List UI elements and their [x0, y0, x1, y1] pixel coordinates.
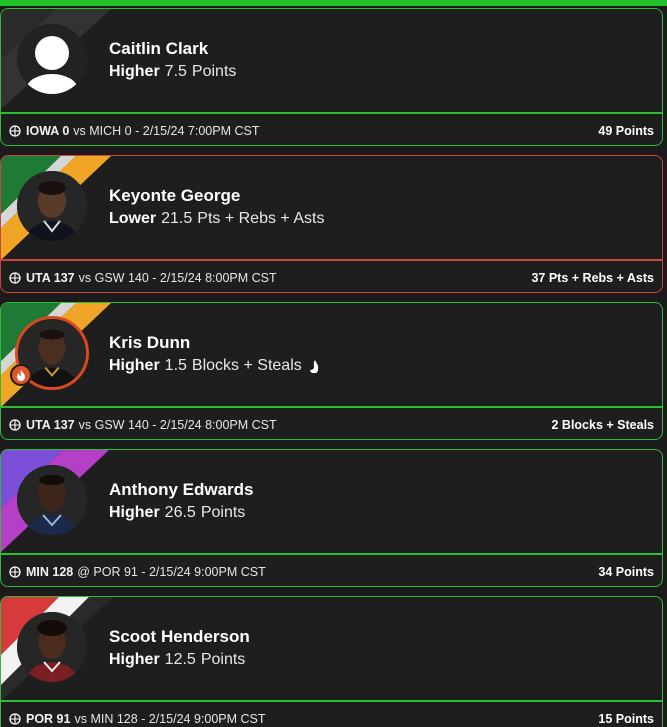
- pick-line: Higher 12.5 Points: [109, 651, 245, 669]
- pick-line: Higher 7.5 Points: [109, 63, 236, 81]
- basketball-icon: [9, 125, 21, 137]
- basketball-icon: [9, 713, 21, 725]
- pick-card-header: Scoot Henderson Higher 12.5 Points: [1, 597, 662, 701]
- pick-value: 26.5: [164, 504, 196, 521]
- player-photo: [17, 171, 87, 241]
- pick-line: Higher 1.5 Blocks + Steals: [109, 357, 320, 375]
- player-avatar: [17, 465, 87, 535]
- player-name: Keyonte George: [109, 186, 241, 205]
- pick-card-keyonte-george[interactable]: Keyonte George Lower 21.5 Pts + Rebs + A…: [0, 155, 663, 293]
- basketball-icon: [9, 566, 21, 578]
- result-value: 15 Points: [598, 712, 654, 726]
- pick-card-header: Anthony Edwards Higher 26.5 Points: [1, 450, 662, 554]
- pick-card-kris-dunn[interactable]: Kris Dunn Higher 1.5 Blocks + Steals UTA…: [0, 302, 663, 440]
- matchup-details: vs GSW 140 - 2/15/24 8:00PM CST: [78, 271, 277, 285]
- pick-line: Lower 21.5 Pts + Rebs + Asts: [109, 210, 324, 228]
- pick-value: 7.5: [164, 63, 187, 80]
- result-value: 37 Pts + Rebs + Asts: [531, 271, 654, 285]
- pick-stat: Points: [200, 651, 246, 668]
- player-name: Scoot Henderson: [109, 627, 250, 646]
- home-team-score: MIN 128: [26, 565, 74, 579]
- game-info: MIN 128 @ POR 91 - 2/15/24 9:00PM CST: [9, 565, 266, 579]
- matchup-details: vs GSW 140 - 2/15/24 8:00PM CST: [78, 418, 277, 432]
- placeholder-avatar-icon: [17, 24, 87, 94]
- pick-card-scoot-henderson[interactable]: Scoot Henderson Higher 12.5 Points POR 9…: [0, 596, 663, 727]
- pick-stat: Points: [200, 504, 246, 521]
- fire-icon: [17, 370, 25, 381]
- pick-value: 1.5: [164, 357, 187, 374]
- pick-line: Higher 26.5 Points: [109, 504, 245, 522]
- pick-card-anthony-edwards[interactable]: Anthony Edwards Higher 26.5 Points MIN 1…: [0, 449, 663, 587]
- home-team-score: UTA 137: [26, 271, 75, 285]
- pick-card-caitlin-clark[interactable]: Caitlin Clark Higher 7.5 Points IOWA 0 v…: [0, 8, 663, 146]
- pick-direction: Higher: [109, 504, 160, 521]
- player-avatar: [17, 24, 87, 94]
- player-photo: [17, 612, 87, 682]
- player-name: Anthony Edwards: [109, 480, 254, 499]
- game-info-row: IOWA 0 vs MICH 0 - 2/15/24 7:00PM CST 49…: [1, 114, 662, 145]
- game-info: UTA 137 vs GSW 140 - 2/15/24 8:00PM CST: [9, 418, 277, 432]
- matchup-details: @ POR 91 - 2/15/24 9:00PM CST: [77, 565, 266, 579]
- result-value: 34 Points: [598, 565, 654, 579]
- game-info-row: UTA 137 vs GSW 140 - 2/15/24 8:00PM CST …: [1, 261, 662, 292]
- home-team-score: UTA 137: [26, 418, 75, 432]
- pick-card-header: Caitlin Clark Higher 7.5 Points: [1, 9, 662, 113]
- result-value: 2 Blocks + Steals: [551, 418, 655, 432]
- basketball-icon: [9, 272, 21, 284]
- pick-direction: Higher: [109, 651, 160, 668]
- home-team-score: IOWA 0: [26, 124, 70, 138]
- matchup-details: vs MICH 0 - 2/15/24 7:00PM CST: [73, 124, 260, 138]
- pick-value: 12.5: [164, 651, 196, 668]
- pick-card-header: Kris Dunn Higher 1.5 Blocks + Steals: [1, 303, 662, 407]
- game-info-row: MIN 128 @ POR 91 - 2/15/24 9:00PM CST 34…: [1, 555, 662, 586]
- flame-icon: [309, 360, 318, 373]
- player-avatar: [17, 171, 87, 241]
- basketball-icon: [9, 419, 21, 431]
- pick-stat: Blocks + Steals: [191, 357, 302, 374]
- home-team-score: POR 91: [26, 712, 71, 726]
- pick-direction: Lower: [109, 210, 157, 227]
- player-name: Kris Dunn: [109, 333, 191, 352]
- pick-direction: Higher: [109, 63, 160, 80]
- pick-value: 21.5: [161, 210, 193, 227]
- result-value: 49 Points: [598, 124, 654, 138]
- pick-card-header: Keyonte George Lower 21.5 Pts + Rebs + A…: [1, 156, 662, 260]
- pick-direction: Higher: [109, 357, 160, 374]
- top-accent-bar: [0, 0, 667, 6]
- player-photo: [17, 465, 87, 535]
- player-avatar: [17, 612, 87, 682]
- game-info-row: UTA 137 vs GSW 140 - 2/15/24 8:00PM CST …: [1, 408, 662, 439]
- game-info: POR 91 vs MIN 128 - 2/15/24 9:00PM CST: [9, 712, 266, 726]
- game-info: UTA 137 vs GSW 140 - 2/15/24 8:00PM CST: [9, 271, 277, 285]
- pick-stat: Pts + Rebs + Asts: [197, 210, 325, 227]
- pick-stat: Points: [191, 63, 237, 80]
- player-name: Caitlin Clark: [109, 39, 209, 58]
- game-info-row: POR 91 vs MIN 128 - 2/15/24 9:00PM CST 1…: [1, 702, 662, 727]
- hot-streak-badge: [10, 364, 32, 386]
- game-info: IOWA 0 vs MICH 0 - 2/15/24 7:00PM CST: [9, 124, 259, 138]
- matchup-details: vs MIN 128 - 2/15/24 9:00PM CST: [74, 712, 266, 726]
